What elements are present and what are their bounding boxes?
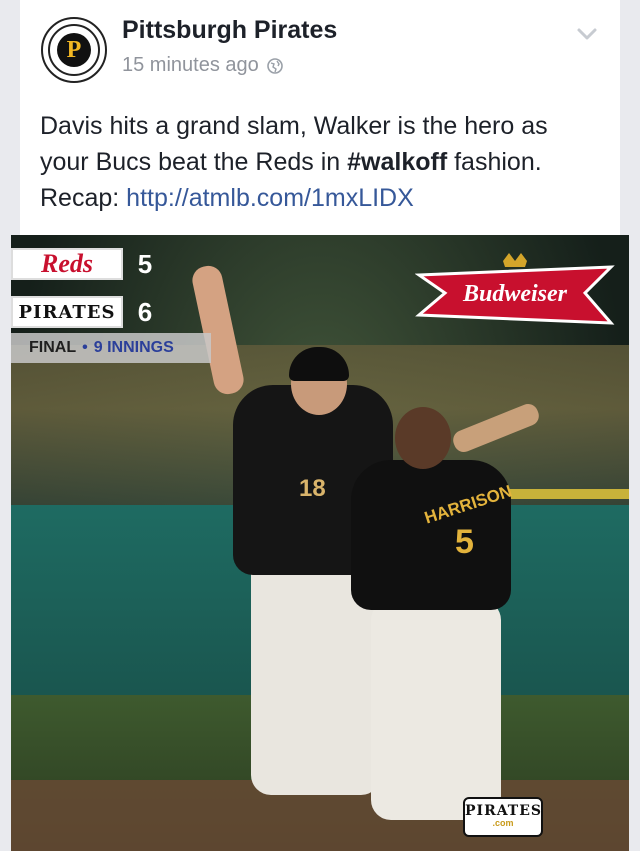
- final-bullet: •: [82, 339, 88, 356]
- page-avatar[interactable]: P: [41, 17, 107, 83]
- player2-jersey: [351, 460, 511, 610]
- final-status-bar: FINAL • 9 INNINGS: [11, 333, 211, 363]
- chevron-down-icon[interactable]: [576, 26, 598, 42]
- player2-number: 5: [455, 523, 474, 561]
- pirates-com-logo: PIRATES .com: [463, 797, 543, 837]
- score-row-pirates: PIRATES 6: [11, 295, 167, 329]
- post-meta: 15 minutes ago: [122, 54, 283, 77]
- player2-legs: [371, 600, 501, 820]
- recap-link[interactable]: http://atmlb.com/1mxLIDX: [126, 184, 414, 212]
- team-box-reds: Reds: [11, 248, 123, 280]
- page-name-link[interactable]: Pittsburgh Pirates: [122, 16, 337, 45]
- avatar-core: P: [57, 33, 91, 67]
- hashtag-link[interactable]: #walkoff: [347, 148, 447, 176]
- innings-label: 9 INNINGS: [93, 339, 174, 356]
- team-name-pirates: PIRATES: [18, 301, 116, 323]
- player2-head: [395, 407, 451, 469]
- budweiser-text: Budweiser: [462, 281, 568, 307]
- post-timestamp[interactable]: 15 minutes ago: [122, 54, 259, 77]
- budweiser-logo: Budweiser: [415, 253, 615, 325]
- pirates-logo-word: PIRATES: [465, 803, 543, 819]
- post-text: Davis hits a grand slam, Walker is the h…: [40, 108, 600, 216]
- player1-number: 18: [299, 475, 326, 502]
- team-name-reds: Reds: [41, 249, 93, 278]
- pirates-logo-domain: .com: [492, 818, 514, 828]
- globe-icon: [266, 57, 283, 74]
- score-row-reds: Reds 5: [11, 247, 167, 281]
- final-label: FINAL: [29, 339, 77, 356]
- runs-pirates: 6: [137, 296, 153, 327]
- post-photo[interactable]: 18 HARRISON 5 Reds 5 PIRATES 6 FINAL • 9…: [11, 235, 629, 851]
- team-box-pirates: PIRATES: [11, 296, 123, 328]
- runs-reds: 5: [137, 248, 153, 279]
- avatar-letter: P: [66, 37, 82, 63]
